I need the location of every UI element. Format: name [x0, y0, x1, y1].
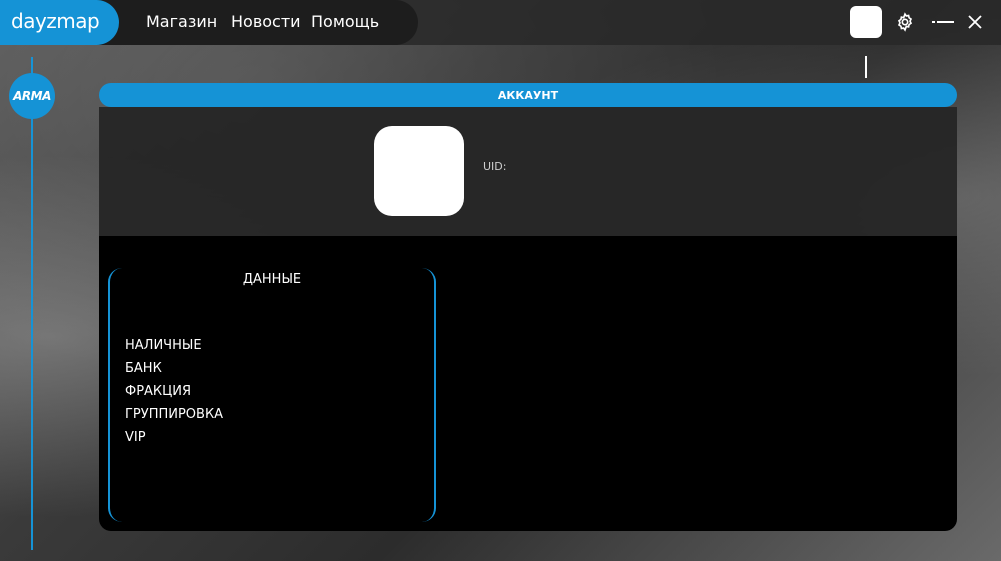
content-section: ДАННЫЕ НАЛИЧНЫЕ БАНК ФРАКЦИЯ ГРУППИРОВКА…	[99, 236, 957, 531]
data-list: НАЛИЧНЫЕ БАНК ФРАКЦИЯ ГРУППИРОВКА VIP	[125, 334, 223, 449]
account-header-label: АККАУНТ	[497, 88, 559, 102]
profile-avatar	[374, 126, 464, 216]
settings-button[interactable]	[894, 11, 916, 33]
user-avatar-button[interactable]	[850, 6, 882, 38]
close-button[interactable]	[964, 11, 986, 33]
profile-section: UID:	[99, 107, 957, 236]
logo-text: dayzmap	[11, 9, 100, 33]
top-bar: dayzmap Магазин Новости Помощь	[0, 0, 1001, 45]
account-header: АККАУНТ	[99, 83, 957, 107]
data-row-bank: БАНК	[125, 361, 162, 376]
logo[interactable]: dayzmap	[0, 0, 119, 45]
nav-news-link[interactable]: Новости	[231, 12, 301, 31]
gear-icon	[897, 12, 913, 32]
game-badge-button[interactable]: ARMA	[9, 73, 55, 119]
cursor-indicator	[865, 56, 867, 78]
nav-bar: dayzmap Магазин Новости Помощь	[0, 0, 418, 45]
data-row-cash: НАЛИЧНЫЕ	[125, 338, 202, 353]
minimize-button[interactable]	[932, 11, 954, 33]
game-badge-label: ARMA	[13, 89, 51, 103]
data-row-vip: VIP	[125, 430, 146, 445]
data-row-group: ГРУППИРОВКА	[125, 407, 224, 422]
data-card-title: ДАННЫЕ	[242, 272, 302, 287]
nav-shop-link[interactable]: Магазин	[146, 12, 217, 31]
data-card: ДАННЫЕ НАЛИЧНЫЕ БАНК ФРАКЦИЯ ГРУППИРОВКА…	[108, 268, 436, 522]
data-row-faction: ФРАКЦИЯ	[125, 384, 192, 399]
minimize-icon	[932, 21, 954, 23]
uid-label: UID:	[483, 160, 507, 173]
nav-help-link[interactable]: Помощь	[311, 12, 379, 31]
sidebar-line	[31, 57, 33, 550]
close-icon	[968, 15, 982, 29]
